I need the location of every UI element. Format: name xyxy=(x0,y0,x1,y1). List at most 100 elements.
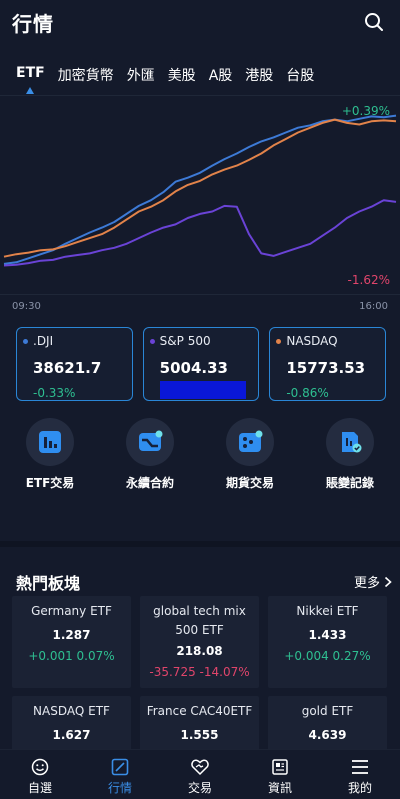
search-icon xyxy=(365,13,383,31)
header: 行情 xyxy=(0,0,400,44)
chart-svg xyxy=(3,114,397,267)
more-link[interactable]: 更多 xyxy=(354,572,392,591)
hot-card[interactable]: Germany ETF 1.287 +0.001 0.07% xyxy=(12,596,131,688)
tab-label: ETF xyxy=(16,65,45,81)
hot-card-price: 4.639 xyxy=(308,728,347,742)
handshake-icon xyxy=(190,757,210,777)
index-name: .DJI xyxy=(33,334,54,348)
index-card-sp500[interactable]: S&P 500 5004.33 xyxy=(142,327,260,401)
nav-profile[interactable]: 我的 xyxy=(320,750,400,799)
hot-card-name: France CAC40ETF xyxy=(146,704,253,718)
tab-etf[interactable]: ETF xyxy=(16,58,45,94)
index-value: 38621.7 xyxy=(33,359,102,377)
index-name-row: NASDAQ xyxy=(270,334,385,348)
nav-market[interactable]: 行情 xyxy=(80,750,160,799)
nav-watchlist[interactable]: 自選 xyxy=(0,750,80,799)
bottom-nav: 自選 行情 交易 資訊 我的 xyxy=(0,749,400,799)
index-card-nasdaq[interactable]: NASDAQ 15773.53 -0.86% xyxy=(269,327,387,401)
smile-icon xyxy=(30,757,50,777)
tab-forex[interactable]: 外匯 xyxy=(127,58,155,94)
hot-card-name: NASDAQ ETF xyxy=(33,704,110,718)
hot-card[interactable]: global tech mix 500 ETF 218.08 -35.725 -… xyxy=(140,596,259,688)
index-change: -0.33% xyxy=(33,386,76,400)
index-cards: .DJI 38621.7 -0.33% S&P 500 5004.33 NASD… xyxy=(16,327,387,401)
news-icon xyxy=(270,757,290,777)
shortcut-label: ETF交易 xyxy=(25,476,75,490)
hot-card-price: 1.287 xyxy=(52,628,91,642)
index-chart[interactable] xyxy=(0,95,400,295)
shortcut-label: 永續合約 xyxy=(125,476,174,490)
tab-hk-stocks[interactable]: 港股 xyxy=(245,58,273,94)
nav-news[interactable]: 資訊 xyxy=(240,750,320,799)
hot-card-name: gold ETF xyxy=(301,704,354,718)
chart-start-time: 09:30 xyxy=(12,301,41,312)
hot-card-change: -35.725 -14.07% xyxy=(149,665,250,679)
tab-tw-stocks[interactable]: 台股 xyxy=(286,58,314,94)
nav-label: 交易 xyxy=(187,781,212,795)
series-line-0 xyxy=(3,114,397,265)
shortcut-label: 賬變記錄 xyxy=(325,476,374,490)
dice-chart-icon xyxy=(226,418,274,466)
tab-a-shares[interactable]: A股 xyxy=(209,58,233,94)
shortcut-perpetual[interactable]: 永續合約 xyxy=(110,418,190,491)
section-divider xyxy=(0,541,400,547)
tab-label: A股 xyxy=(208,68,233,84)
trend-chart-icon xyxy=(126,418,174,466)
nav-label: 我的 xyxy=(347,781,372,795)
hot-card-name: Nikkei ETF xyxy=(296,604,359,618)
series-dot xyxy=(23,338,28,344)
bar-chart-icon xyxy=(26,418,74,466)
record-icon xyxy=(326,418,374,466)
hot-card-name: Germany ETF xyxy=(31,604,112,618)
nav-label: 資訊 xyxy=(267,781,292,795)
nav-label: 行情 xyxy=(107,781,132,795)
active-tab-indicator xyxy=(26,87,35,94)
chart-max-percent: +0.39% xyxy=(341,104,390,118)
index-value: 15773.53 xyxy=(286,359,366,377)
tab-crypto[interactable]: 加密貨幣 xyxy=(58,58,114,94)
hot-card[interactable]: France CAC40ETF 1.555 xyxy=(140,696,259,756)
hot-card-name: global tech mix 500 ETF xyxy=(153,604,246,637)
chart-min-percent: -1.62% xyxy=(347,273,390,287)
hot-card-price: 1.433 xyxy=(308,628,347,642)
hot-card-price: 218.08 xyxy=(176,644,223,658)
series-dot xyxy=(276,338,282,344)
shortcut-etf-trading[interactable]: ETF交易 xyxy=(10,418,90,491)
hot-card-price: 1.555 xyxy=(180,728,219,742)
selection-highlight xyxy=(159,381,246,399)
shortcut-account-records[interactable]: 賬變記錄 xyxy=(310,418,390,491)
hot-card[interactable]: Nikkei ETF 1.433 +0.004 0.27% xyxy=(268,596,387,688)
chart-end-time: 16:00 xyxy=(359,301,388,312)
shortcut-label: 期貨交易 xyxy=(225,476,274,490)
tab-label: 外匯 xyxy=(126,68,155,84)
tab-label: 台股 xyxy=(286,68,315,84)
more-label: 更多 xyxy=(353,576,380,591)
hot-card-price: 1.627 xyxy=(52,728,91,742)
hot-card[interactable]: NASDAQ ETF 1.627 xyxy=(12,696,131,756)
hot-card[interactable]: gold ETF 4.639 xyxy=(268,696,387,756)
series-dot xyxy=(149,338,155,344)
market-tabs: ETF 加密貨幣 外匯 美股 A股 港股 台股 xyxy=(0,58,400,94)
index-card-dji[interactable]: .DJI 38621.7 -0.33% xyxy=(16,327,133,401)
nav-trade[interactable]: 交易 xyxy=(160,750,240,799)
hot-card-change: +0.004 0.27% xyxy=(284,649,371,663)
tab-us-stocks[interactable]: 美股 xyxy=(168,58,196,94)
chevron-right-icon xyxy=(384,576,392,587)
hot-card-change: +0.001 0.07% xyxy=(28,649,115,663)
menu-icon xyxy=(350,757,370,777)
search-button[interactable] xyxy=(362,10,386,34)
index-change: -0.86% xyxy=(286,386,329,400)
index-name: NASDAQ xyxy=(286,334,338,348)
index-name: S&P 500 xyxy=(159,334,211,348)
tab-label: 美股 xyxy=(167,68,196,84)
page-title: 行情 xyxy=(12,11,54,36)
shortcut-futures[interactable]: 期貨交易 xyxy=(210,418,290,491)
index-value: 5004.33 xyxy=(159,359,228,377)
index-name-row: .DJI xyxy=(17,334,132,348)
chart-box-icon xyxy=(110,757,130,777)
nav-label: 自選 xyxy=(27,781,52,795)
index-name-row: S&P 500 xyxy=(144,334,259,348)
hot-sectors-title: 熱門板塊 xyxy=(16,574,81,593)
series-line-1 xyxy=(3,118,397,258)
shortcut-row: ETF交易 永續合約 期貨交易 賬變記錄 xyxy=(0,418,400,498)
